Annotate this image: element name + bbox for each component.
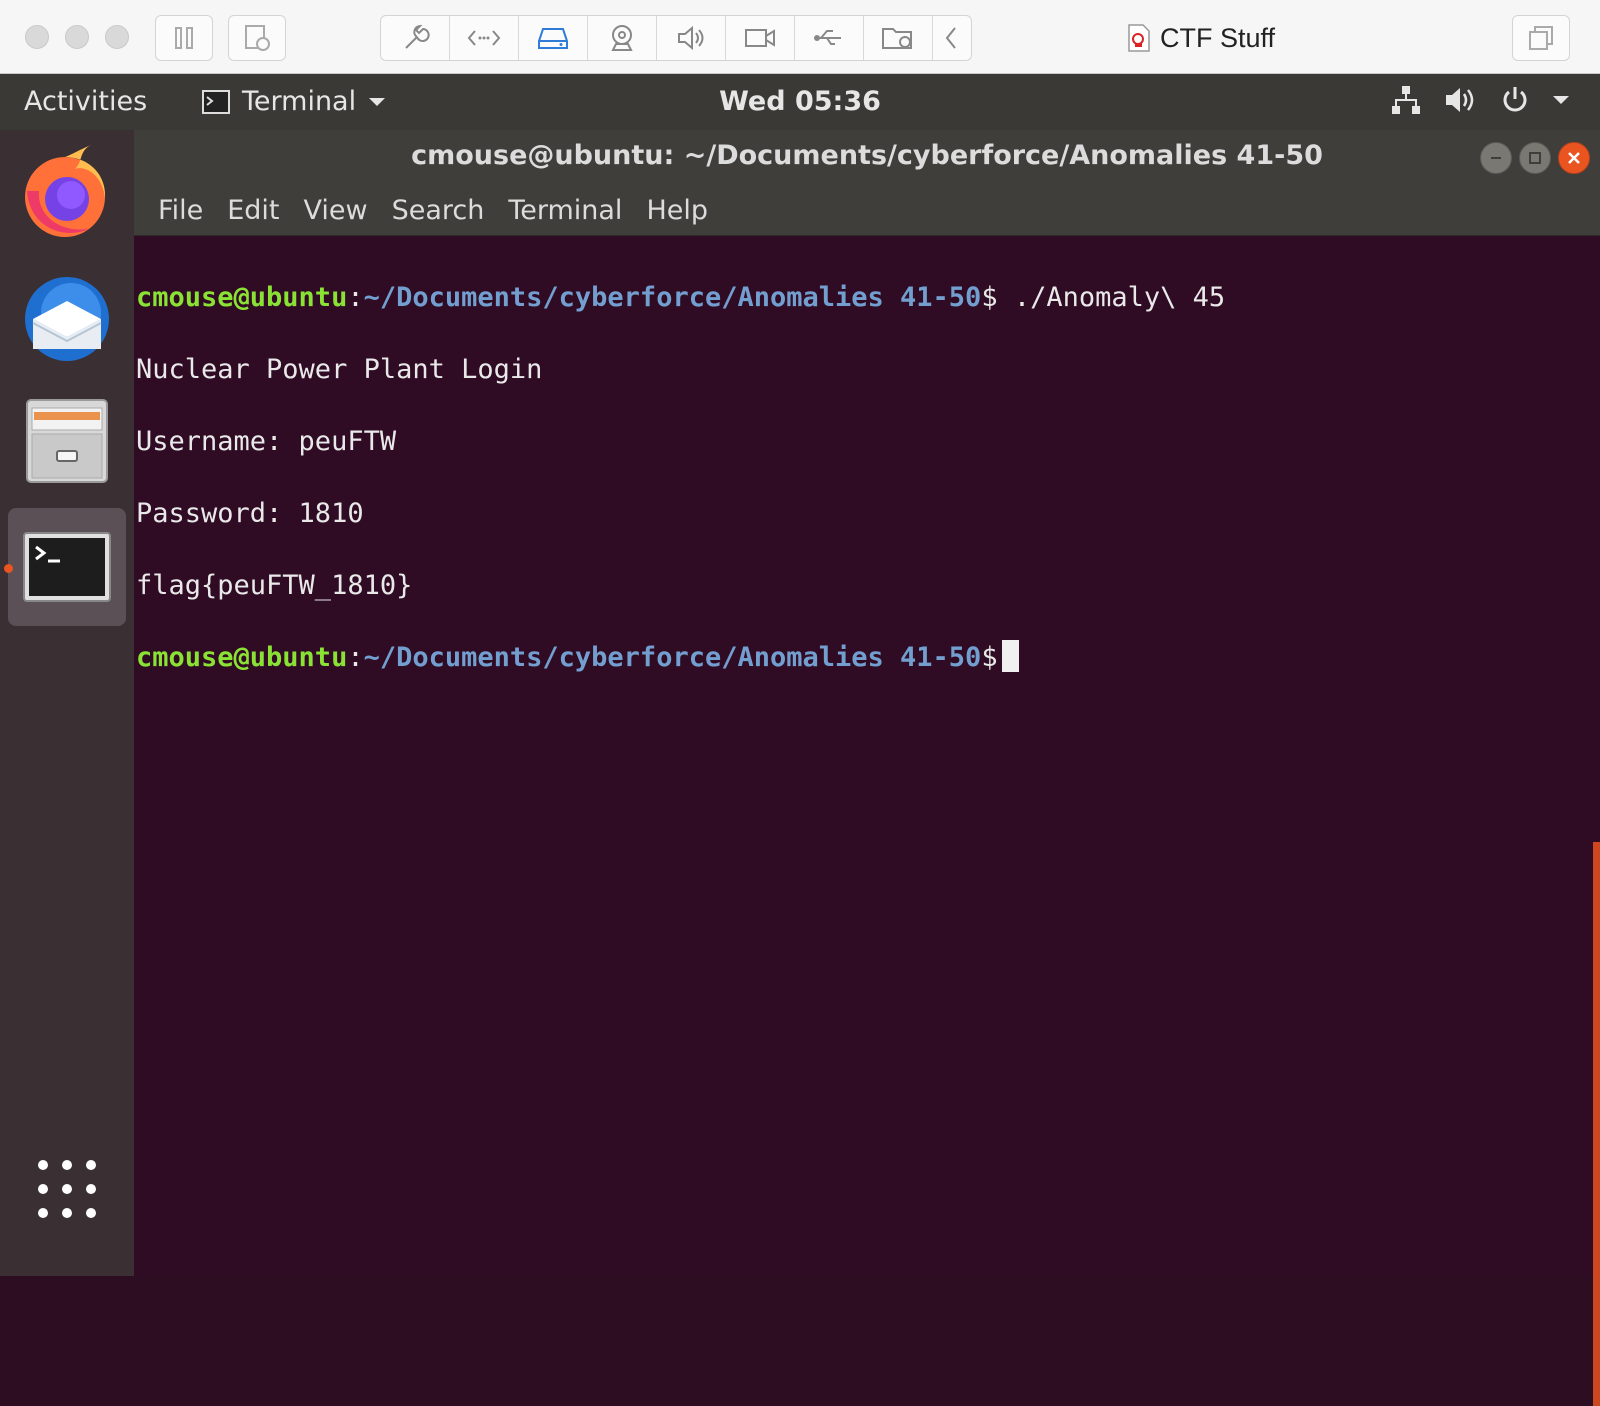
close-button[interactable] (1558, 142, 1590, 174)
disk-icon (538, 28, 568, 49)
snapshot-icon (245, 25, 270, 51)
running-indicator (4, 564, 13, 573)
dock-item-thunderbird[interactable] (8, 260, 126, 378)
camera-button[interactable] (588, 16, 657, 60)
camera-icon (611, 25, 633, 51)
minimize-window-button[interactable] (65, 25, 89, 49)
menu-file[interactable]: File (146, 195, 215, 226)
network-code-button[interactable] (450, 16, 519, 60)
wrench-icon (405, 24, 430, 49)
prompt-path: ~/Documents/cyberforce/Anomalies 41-50 (363, 642, 982, 673)
hard-disk-button[interactable] (519, 16, 588, 60)
menu-help[interactable]: Help (634, 195, 720, 226)
video-button[interactable] (726, 16, 795, 60)
fullscreen-icon (1529, 26, 1553, 50)
shared-folder-icon (882, 28, 912, 49)
prompt-line: cmouse@ubuntu:~/Documents/cyberforce/Ano… (136, 640, 1600, 676)
menu-search[interactable]: Search (380, 195, 497, 226)
network-wired-icon (1392, 86, 1420, 114)
caret-down-icon (1553, 96, 1569, 104)
document-icon (1128, 24, 1150, 52)
sound-button[interactable] (657, 16, 726, 60)
maximize-icon (1529, 152, 1541, 164)
scrollbar[interactable] (1593, 842, 1600, 1406)
ubuntu-dock (0, 130, 134, 1276)
show-applications-button[interactable] (8, 1130, 126, 1248)
zoom-window-button[interactable] (105, 25, 129, 49)
vm-device-toolbar (380, 15, 972, 61)
usb-button[interactable] (795, 16, 864, 60)
terminal-icon (23, 532, 111, 602)
prompt-line: cmouse@ubuntu:~/Documents/cyberforce/Ano… (136, 282, 1226, 313)
thunderbird-icon (25, 277, 109, 361)
settings-button[interactable] (381, 16, 450, 60)
command-text: ./Anomaly\ 45 (997, 282, 1226, 313)
minimize-icon (1491, 157, 1501, 159)
window-titlebar[interactable]: cmouse@ubuntu: ~/Documents/cyberforce/An… (134, 130, 1600, 186)
dock-item-files[interactable] (8, 382, 126, 500)
dock-item-terminal[interactable] (8, 508, 126, 626)
pause-vm-button[interactable] (155, 15, 213, 61)
video-icon (745, 29, 775, 47)
terminal-menubar: File Edit View Search Terminal Help (134, 186, 1600, 236)
power-icon (1503, 87, 1527, 112)
files-cabinet-icon (26, 399, 108, 483)
output-line: Password: 1810 (136, 498, 364, 529)
collapse-toolbar-button[interactable] (933, 16, 969, 60)
dock-item-firefox[interactable] (8, 134, 126, 252)
terminal-window: cmouse@ubuntu: ~/Documents/cyberforce/An… (134, 130, 1600, 1406)
vm-title-text: CTF Stuff (1160, 22, 1276, 53)
snapshot-button[interactable] (228, 15, 286, 61)
prompt-path: ~/Documents/cyberforce/Anomalies 41-50 (363, 282, 982, 313)
output-line: Nuclear Power Plant Login (136, 354, 543, 385)
window-title: cmouse@ubuntu: ~/Documents/cyberforce/An… (411, 140, 1323, 171)
volume-icon (1446, 88, 1474, 112)
system-tray[interactable] (1390, 84, 1570, 116)
menu-view[interactable]: View (291, 195, 379, 226)
maximize-button[interactable] (1519, 142, 1551, 174)
shared-folder-button[interactable] (864, 16, 933, 60)
clock[interactable]: Wed 05:36 (0, 86, 1600, 117)
output-line: Username: peuFTW (136, 426, 397, 457)
close-icon (1568, 152, 1580, 164)
gnome-top-bar: Activities Terminal Wed 05:36 (0, 74, 1600, 130)
firefox-icon (25, 145, 106, 237)
minimize-button[interactable] (1480, 142, 1512, 174)
chevron-left-icon (945, 27, 956, 49)
close-window-button[interactable] (25, 25, 49, 49)
vm-title: CTF Stuff (1126, 21, 1275, 55)
prompt-user-host: cmouse@ubuntu (136, 642, 348, 673)
app-grid-icon (38, 1160, 96, 1218)
terminal-output[interactable]: cmouse@ubuntu:~/Documents/cyberforce/Ano… (134, 236, 1600, 1276)
code-arrows-icon (467, 30, 501, 46)
output-line: flag{peuFTW_1810} (136, 570, 413, 601)
text-cursor (1001, 640, 1019, 672)
pause-icon (175, 27, 193, 49)
speaker-icon (678, 25, 704, 51)
prompt-user-host: cmouse@ubuntu (136, 282, 348, 313)
menu-terminal[interactable]: Terminal (496, 195, 634, 226)
fullscreen-button[interactable] (1512, 15, 1570, 61)
usb-icon (814, 30, 841, 45)
vm-toolbar: CTF Stuff (0, 0, 1600, 74)
menu-edit[interactable]: Edit (215, 195, 291, 226)
